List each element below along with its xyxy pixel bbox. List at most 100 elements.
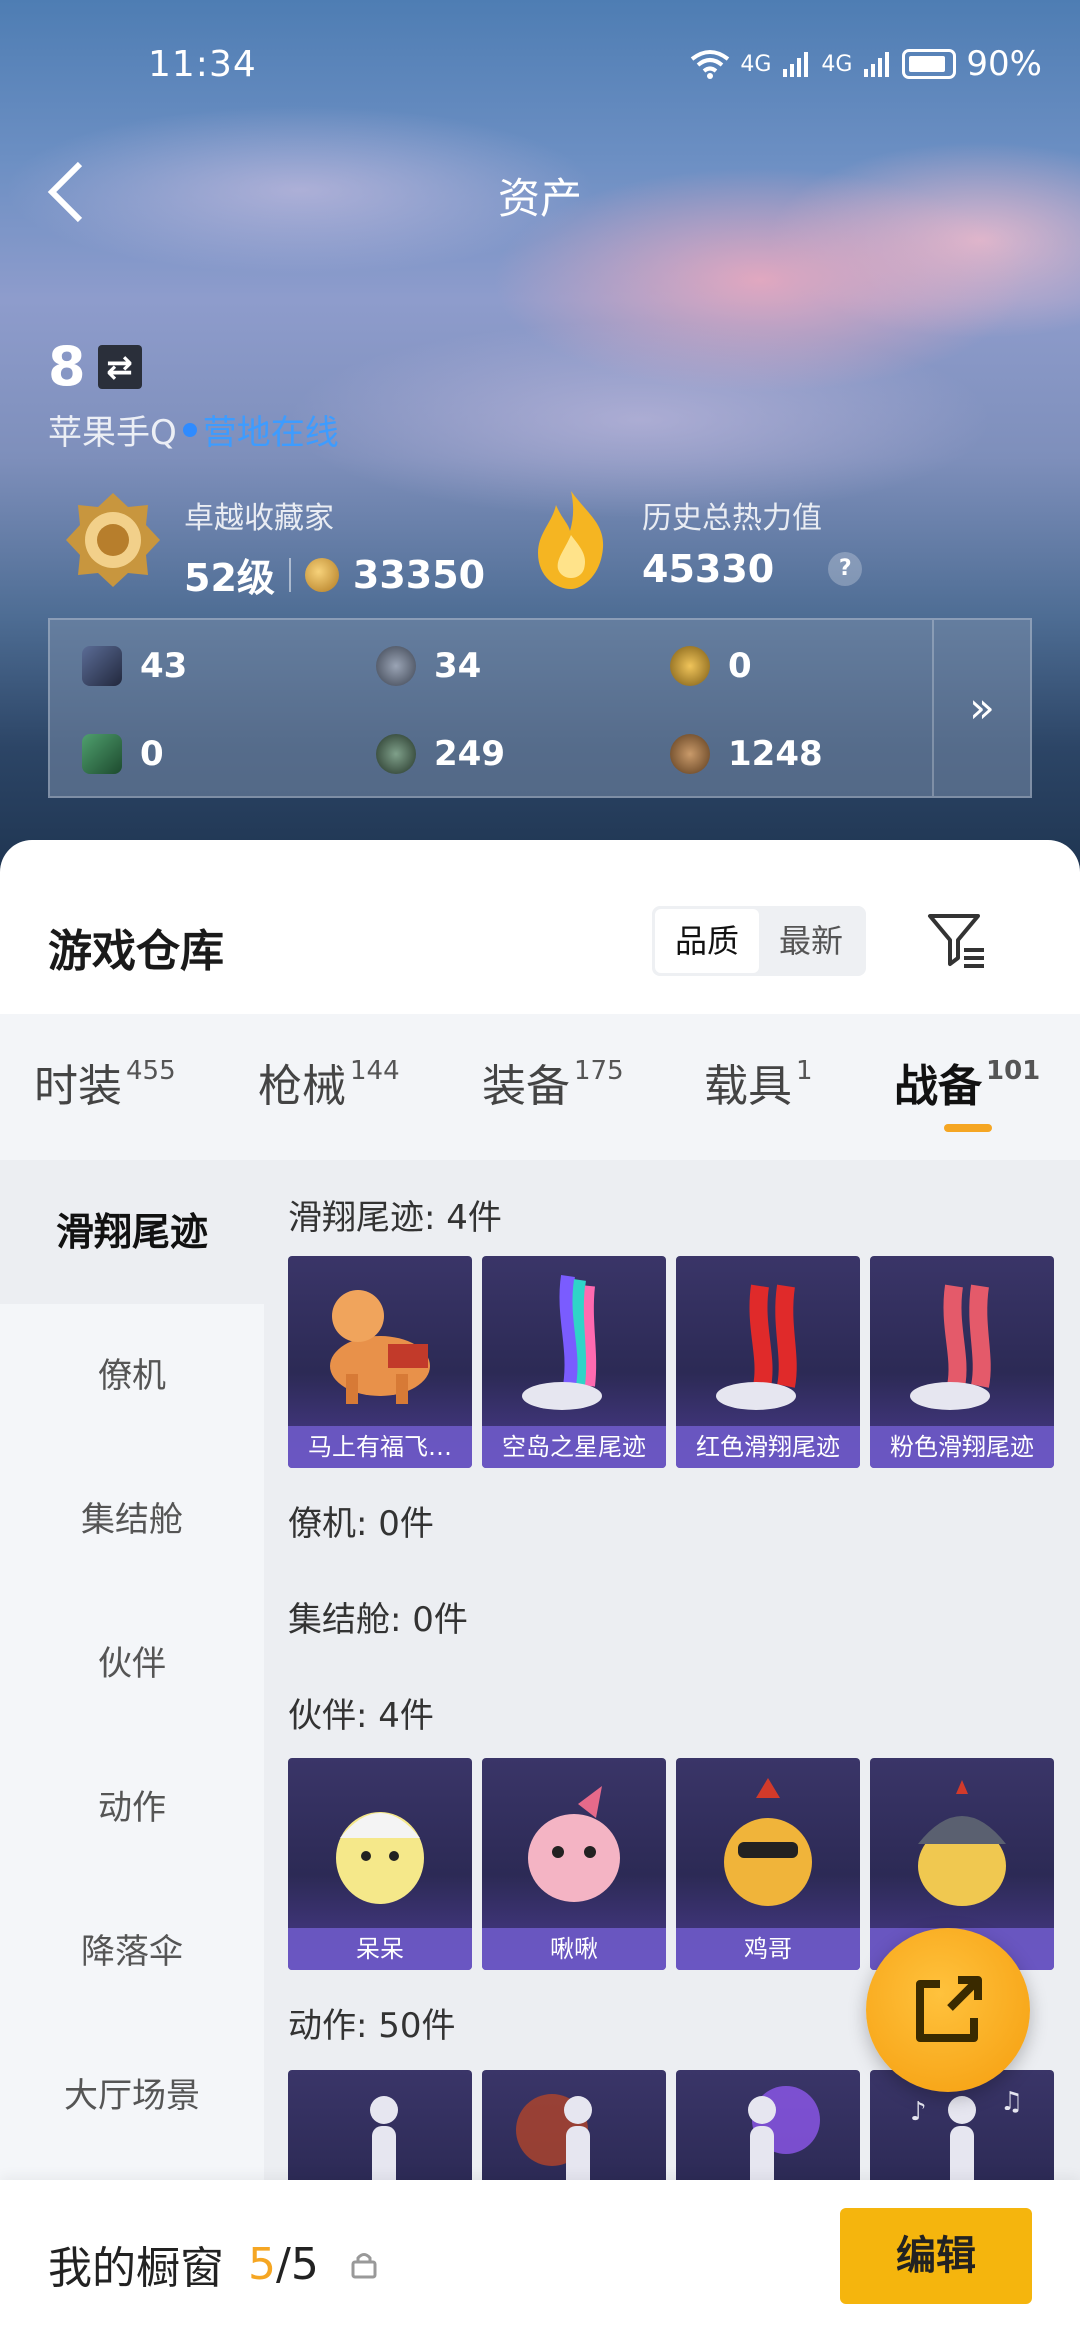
section-title-trail: 滑翔尾迹: 4件 bbox=[288, 1198, 502, 1238]
signal-1-icon: 4G bbox=[740, 51, 772, 77]
tab-count: 1 bbox=[796, 1056, 813, 1086]
tab-label: 装备 bbox=[482, 1061, 570, 1112]
subcategory-sidebar: 滑翔尾迹 僚机 集结舱 伙伴 动作 降落伞 大厅场景 bbox=[0, 1160, 264, 2180]
currency-item: 34 bbox=[376, 646, 481, 686]
user-platform: 苹果手Q 营地在线 bbox=[48, 405, 339, 454]
emote-fire-figure-icon bbox=[516, 2094, 592, 2180]
sidebar-item-emote[interactable]: 动作 bbox=[0, 1736, 264, 1880]
swap-account-icon[interactable]: ⇄ bbox=[97, 344, 142, 389]
expand-currencies-button[interactable]: » bbox=[932, 620, 1030, 796]
tab-label: 载具 bbox=[704, 1061, 792, 1112]
collector-label: 卓越收藏家 bbox=[184, 501, 334, 536]
status-icons: 4G 4G 90% bbox=[690, 44, 1042, 84]
currency-item: 0 bbox=[670, 646, 752, 686]
sort-quality-button[interactable]: 品质 bbox=[655, 909, 759, 973]
showcase-title: 我的橱窗 bbox=[48, 2243, 224, 2294]
item-card[interactable]: 呆呆 bbox=[288, 1758, 472, 1970]
wifi-icon bbox=[691, 50, 730, 79]
tab-equipment[interactable]: 装备 175 bbox=[482, 1050, 624, 1114]
chick-daidai-icon bbox=[336, 1812, 424, 1904]
bronze-coin-icon bbox=[670, 734, 710, 774]
helmet-chick-icon bbox=[918, 1780, 1006, 1906]
heat-stat[interactable]: 历史总热力值 45330 ? bbox=[516, 485, 863, 595]
currency-item: 1248 bbox=[670, 734, 823, 774]
currency-value: 0 bbox=[728, 646, 752, 686]
item-card[interactable] bbox=[482, 2070, 666, 2180]
lucky-horse-icon bbox=[330, 1290, 430, 1404]
user-level-number: 8 bbox=[48, 335, 86, 398]
silver-coin-icon bbox=[376, 646, 416, 686]
tab-label: 战备 bbox=[894, 1061, 982, 1112]
sidebar-item-trail[interactable]: 滑翔尾迹 bbox=[0, 1160, 264, 1304]
divider bbox=[288, 557, 291, 592]
currency-value: 0 bbox=[140, 734, 164, 774]
item-card[interactable]: 鸡哥 bbox=[676, 1758, 860, 1970]
online-dot-icon bbox=[182, 422, 197, 437]
sidebar-item-partner[interactable]: 伙伴 bbox=[0, 1592, 264, 1736]
item-card[interactable]: 粉色滑翔尾迹 bbox=[870, 1256, 1054, 1468]
item-label: 啾啾 bbox=[482, 1928, 666, 1970]
card-icon bbox=[82, 646, 122, 686]
item-card[interactable]: 啾啾 bbox=[482, 1758, 666, 1970]
item-card[interactable]: 空岛之星尾迹 bbox=[482, 1256, 666, 1468]
item-card[interactable]: 马上有福飞… bbox=[288, 1256, 472, 1468]
item-card[interactable] bbox=[676, 2070, 860, 2180]
currency-value: 1248 bbox=[728, 734, 823, 774]
edit-button[interactable]: 编辑 bbox=[840, 2208, 1032, 2304]
emote-figure-icon bbox=[370, 2096, 398, 2180]
showcase-count-current: 5 bbox=[248, 2238, 276, 2290]
my-showcase: 我的橱窗 5/5 bbox=[48, 2232, 379, 2296]
svg-text:♪: ♪ bbox=[910, 2097, 927, 2127]
tab-count: 175 bbox=[574, 1056, 624, 1086]
status-time: 11:34 bbox=[148, 44, 257, 85]
battery-level: 90% bbox=[966, 44, 1042, 84]
flame-icon bbox=[538, 491, 604, 589]
currency-value: 43 bbox=[140, 646, 188, 686]
sort-toggle[interactable]: 品质 最新 bbox=[652, 906, 866, 976]
item-card[interactable]: 红色滑翔尾迹 bbox=[676, 1256, 860, 1468]
collection-points-icon bbox=[304, 557, 339, 592]
section-title-partner: 伙伴: 4件 bbox=[288, 1696, 434, 1736]
tab-battle-gear[interactable]: 战备 101 bbox=[894, 1050, 1040, 1114]
sidebar-item-lobby-scene[interactable]: 大厅场景 bbox=[0, 2024, 264, 2168]
rainbow-trail-icon bbox=[522, 1274, 602, 1410]
gold-coin-icon bbox=[670, 646, 710, 686]
user-level: 8 ⇄ bbox=[48, 335, 142, 398]
section-title-emote: 动作: 50件 bbox=[288, 2006, 456, 2046]
ticket-icon bbox=[82, 734, 122, 774]
online-status: 营地在线 bbox=[202, 413, 339, 453]
platform-label: 苹果手Q bbox=[48, 413, 177, 453]
lock-icon bbox=[351, 2253, 377, 2279]
share-external-icon bbox=[916, 1976, 982, 2042]
tab-vehicles[interactable]: 载具 1 bbox=[704, 1050, 813, 1114]
currency-value: 34 bbox=[434, 646, 482, 686]
battery-icon bbox=[902, 49, 957, 79]
tab-count: 455 bbox=[126, 1056, 176, 1086]
sidebar-item-wingman[interactable]: 僚机 bbox=[0, 1304, 264, 1448]
tab-count: 144 bbox=[350, 1056, 400, 1086]
share-fab-button[interactable] bbox=[866, 1928, 1030, 2092]
section-title-wingman: 僚机: 0件 bbox=[288, 1504, 434, 1544]
pink-bird-jiujiu-icon bbox=[528, 1786, 620, 1902]
section-title-capsule: 集结舱: 0件 bbox=[288, 1600, 468, 1640]
showcase-count: 5/5 bbox=[248, 2239, 319, 2290]
signal-2-icon: 4G bbox=[821, 51, 853, 77]
item-label: 红色滑翔尾迹 bbox=[676, 1426, 860, 1468]
tab-firearms[interactable]: 枪械 144 bbox=[258, 1050, 400, 1114]
filter-icon[interactable] bbox=[924, 908, 988, 972]
item-card[interactable] bbox=[288, 2070, 472, 2180]
status-bar: 11:34 4G 4G 90% bbox=[0, 0, 1080, 130]
tab-count: 101 bbox=[986, 1056, 1041, 1086]
currency-panel[interactable]: 43 34 0 0 249 1248 » bbox=[48, 618, 1032, 798]
warehouse-title: 游戏仓库 bbox=[48, 926, 224, 977]
collector-level: 52级 bbox=[184, 556, 275, 600]
help-icon[interactable]: ? bbox=[828, 552, 863, 586]
sort-newest-button[interactable]: 最新 bbox=[759, 909, 863, 973]
collector-points: 33350 bbox=[352, 552, 486, 597]
collector-stat[interactable]: 卓越收藏家 52级 33350 bbox=[58, 485, 485, 602]
sidebar-item-capsule[interactable]: 集结舱 bbox=[0, 1448, 264, 1592]
pink-trail-icon bbox=[910, 1284, 991, 1410]
tab-fashion[interactable]: 时装 455 bbox=[34, 1050, 176, 1114]
sidebar-item-parachute[interactable]: 降落伞 bbox=[0, 1880, 264, 2024]
currency-value: 249 bbox=[434, 734, 505, 774]
